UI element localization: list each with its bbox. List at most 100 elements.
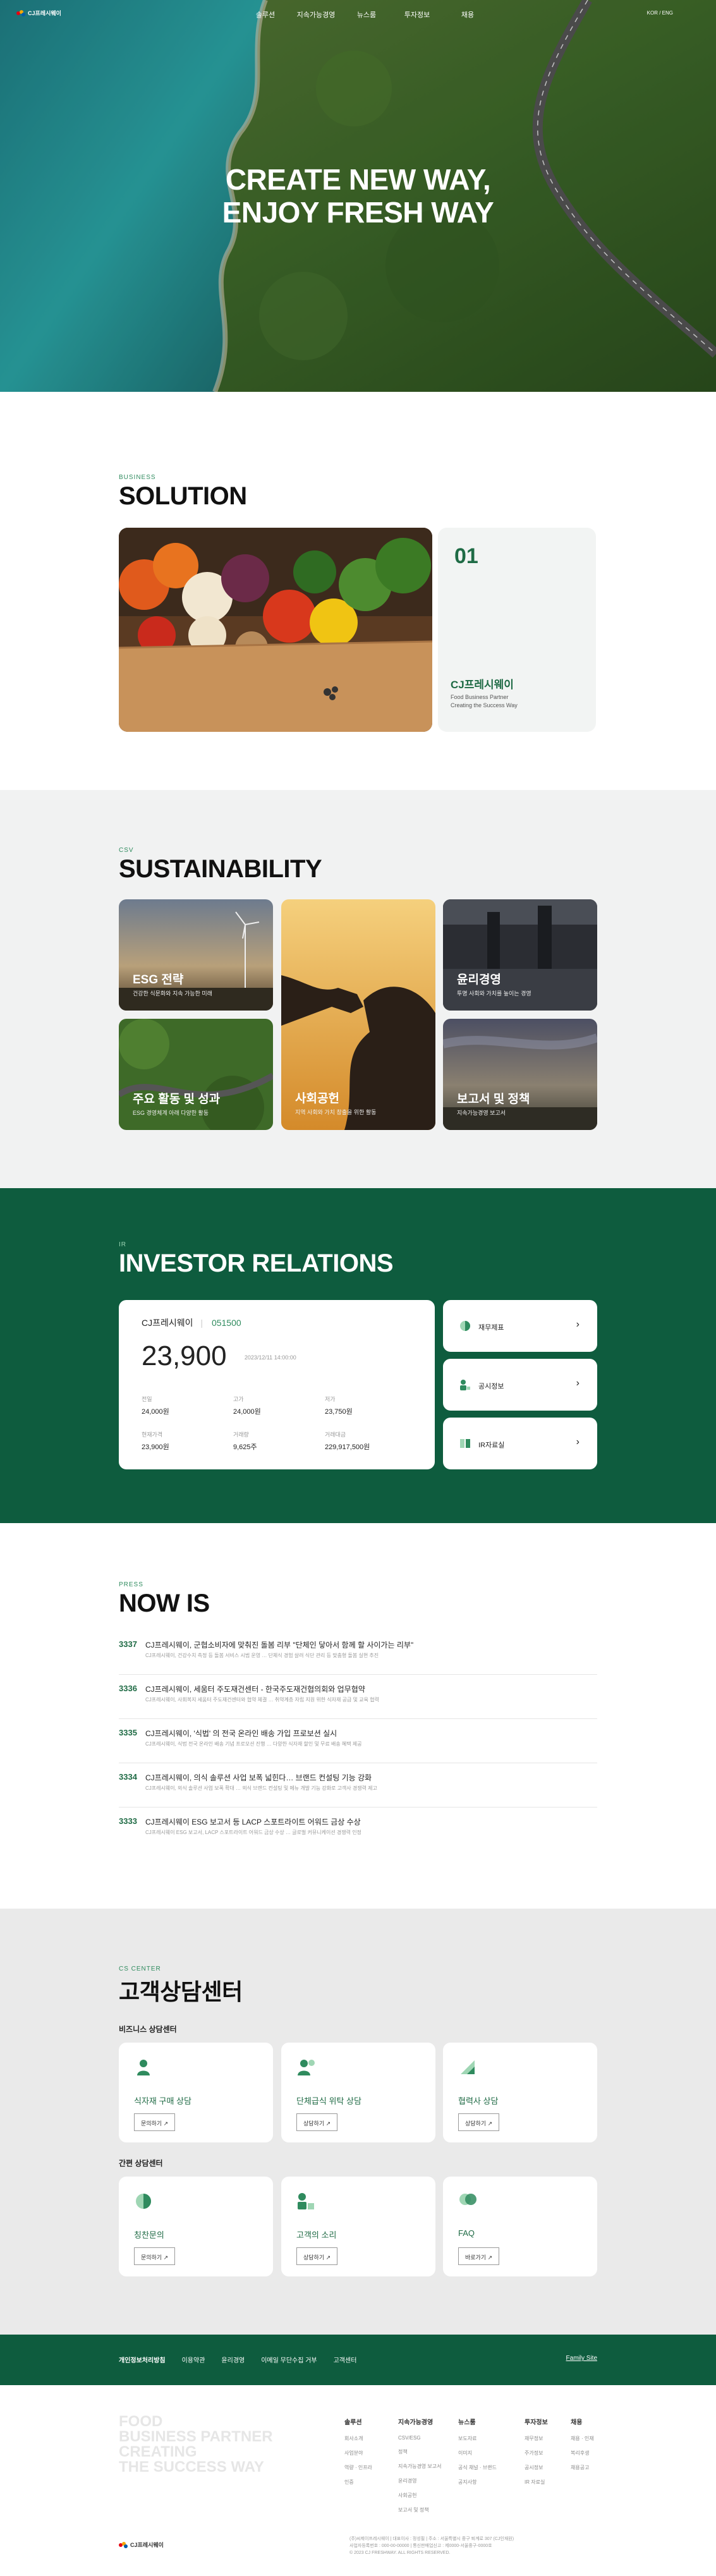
footer-link-ethics[interactable]: 윤리경영 — [221, 2355, 245, 2364]
slogan-line: FOOD — [119, 2413, 163, 2430]
cell-value: 23,750원 — [325, 1408, 353, 1416]
footer-link[interactable]: 보고서 및 정책 — [398, 2506, 441, 2513]
cs-business-subtitle: 비즈니스 상담센터 — [119, 2025, 177, 2034]
solution-card-desc-line1: Food Business Partner — [451, 694, 509, 700]
footer-logo-text: CJ프레시웨이 — [130, 2542, 164, 2548]
chevron-right-icon: › — [576, 1437, 579, 1447]
footer-link[interactable]: 공식 채널 · 브랜드 — [458, 2464, 497, 2471]
ir-button-disclosure[interactable]: 공시정보 › — [443, 1359, 597, 1411]
news-row[interactable]: 3336 CJ프레시웨이, 세움터 주도재건센터 - 한국주도재건협의회와 업무… — [119, 1675, 597, 1719]
person-chat-icon — [298, 2193, 314, 2209]
language-selector[interactable]: KOR / ENG — [647, 10, 673, 16]
ir-button-library-label: IR자료실 — [478, 1442, 505, 1449]
family-site-link[interactable]: Family Site — [566, 2355, 597, 2362]
news-headline: CJ프레시웨이, 군협소비자에 맞춰진 돌봄 리부 "단체인 닿아서 함께 할 … — [145, 1641, 414, 1649]
cs-card-purchase: 식자재 구매 상담 문의하기 ↗ — [119, 2043, 273, 2142]
footer-link[interactable]: 이미지 — [458, 2450, 497, 2457]
footer-col-heading[interactable]: 뉴스룸 — [458, 2417, 497, 2426]
footer-link[interactable]: 사업분야 — [344, 2450, 372, 2457]
footer-link[interactable]: IR 자료실 — [525, 2479, 548, 2486]
cs-inquiry-button[interactable]: 문의하기 ↗ — [134, 2113, 176, 2131]
nav-item-newsroom[interactable]: 뉴스룸 — [341, 9, 392, 20]
stock-price: 23,900 — [142, 1340, 227, 1371]
footer-link[interactable]: 보도자료 — [458, 2435, 497, 2442]
cell-value: 24,000원 — [142, 1408, 169, 1416]
stock-name: CJ프레시웨이 — [142, 1318, 193, 1328]
stock-cell-prev: 전일 24,000원 — [142, 1395, 230, 1416]
cj-logo[interactable]: CJ프레시웨이 — [16, 9, 61, 17]
stock-name-row: CJ프레시웨이 | 051500 — [142, 1316, 412, 1329]
ir-button-library[interactable]: IR자료실 › — [443, 1418, 597, 1469]
footer-link[interactable]: 정책 — [398, 2448, 441, 2455]
news-row[interactable]: 3334 CJ프레시웨이, 의식 솔루션 사업 보폭 넓힌다… 브랜드 컨설팅 … — [119, 1763, 597, 1807]
news-row[interactable]: 3335 CJ프레시웨이, '식법' 의 전국 온라인 배송 가입 프로보션 실… — [119, 1719, 597, 1763]
news-number: 3334 — [119, 1772, 137, 1782]
footer-link[interactable]: 역량 · 인프라 — [344, 2464, 372, 2471]
footer-link[interactable]: 주가정보 — [525, 2450, 548, 2457]
stock-cell-high: 고가 24,000원 — [233, 1395, 322, 1416]
footer-link[interactable]: 공시정보 — [525, 2464, 548, 2471]
footer-link[interactable]: 채용공고 — [571, 2464, 594, 2471]
cell-value: 23,900원 — [142, 1443, 169, 1451]
footer-link-terms[interactable]: 이용약관 — [182, 2355, 205, 2364]
news-row[interactable]: 3337 CJ프레시웨이, 군협소비자에 맞춰진 돌봄 리부 "단체인 닿아서 … — [119, 1631, 597, 1675]
footer-link[interactable]: 공지사항 — [458, 2479, 497, 2486]
news-summary: CJ프레시웨이 ESG 보고서, LACP 스포트라이트 어워드 금상 수상 …… — [145, 1830, 361, 1835]
nav-item-solution[interactable]: 솔루션 — [240, 9, 291, 20]
solution-card[interactable]: 01 CJ프레시웨이 Food Business Partner Creatin… — [438, 528, 596, 732]
nav-item-sustainability[interactable]: 지속가능경영 — [291, 9, 341, 20]
footer-link[interactable]: 회사소개 — [344, 2435, 372, 2442]
news-number: 3335 — [119, 1728, 137, 1737]
slogan-line: THE SUCCESS WAY — [119, 2458, 264, 2476]
cs-go-button[interactable]: 바로가기 ↗ — [458, 2247, 500, 2265]
cs-consult-button[interactable]: 상담하기 ↗ — [296, 2113, 338, 2131]
footer-link[interactable]: 복리후생 — [571, 2450, 594, 2457]
cell-key: 현재가격 — [142, 1431, 163, 1438]
footer-col-heading[interactable]: 지속가능경영 — [398, 2417, 441, 2426]
stock-cell-amount: 거래대금 229,917,500원 — [325, 1430, 413, 1452]
nav-item-investor[interactable]: 투자정보 — [392, 9, 442, 20]
footer-link[interactable]: 윤리경영 — [398, 2477, 441, 2484]
footer-link[interactable]: 지속가능경영 보고서 — [398, 2463, 441, 2470]
cs-inquiry-button[interactable]: 문의하기 ↗ — [134, 2247, 176, 2265]
stock-card: CJ프레시웨이 | 051500 23,900 2023/12/11 14:00… — [119, 1300, 435, 1469]
customer-center-section: CS CENTER 고객상담센터 비즈니스 상담센터 식자재 구매 상담 문의하… — [0, 1909, 716, 2335]
hero-banner: CREATE NEW WAY, ENJOY FRESH WAY — [0, 0, 716, 392]
tile-social[interactable]: 사회공헌 지역 사회와 가치 창출을 위한 활동 — [281, 899, 435, 1130]
cell-key: 거래량 — [233, 1431, 249, 1438]
news-summary: CJ프레시웨이, 사회복지 세움터 주도재건센터와 협약 체결 … 취약계층 자… — [145, 1697, 379, 1703]
footer-col-heading[interactable]: 투자정보 — [525, 2417, 548, 2426]
cs-consult-button[interactable]: 상담하기 ↗ — [458, 2113, 500, 2131]
footer-col-heading[interactable]: 솔루션 — [344, 2417, 372, 2426]
tile-activities[interactable]: 주요 활동 및 성과 ESG 경영체계 아래 다양한 활동 — [119, 1019, 273, 1130]
cs-consult-button[interactable]: 상담하기 ↗ — [296, 2247, 338, 2265]
stock-cell-volume: 거래량 9,625주 — [233, 1430, 322, 1452]
footer-col-investor: 투자정보 재무정보 주가정보 공시정보 IR 자료실 — [525, 2417, 548, 2493]
cell-value: 9,625주 — [233, 1443, 257, 1451]
nav-item-recruit[interactable]: 채용 — [442, 9, 493, 20]
footer-link[interactable]: 채용 · 인재 — [571, 2435, 594, 2442]
news-headline: CJ프레시웨이 ESG 보고서 등 LACP 스포트라이트 어워드 금상 수상 — [145, 1818, 361, 1826]
news-title: NOW IS — [119, 1589, 210, 1617]
cj-logo-mark-icon — [119, 2541, 128, 2548]
footer-link[interactable]: 인증 — [344, 2479, 372, 2486]
footer-logo[interactable]: CJ프레시웨이 — [119, 2541, 164, 2549]
sustainability-section: CSV SUSTAINABILITY ESG 전략 건강한 식문화와 지속 가능… — [0, 790, 716, 1188]
solution-image[interactable] — [119, 528, 432, 732]
stock-cell-current: 현재가격 23,900원 — [142, 1430, 230, 1452]
news-number: 3333 — [119, 1816, 137, 1826]
footer-link[interactable]: CSV/ESG — [398, 2435, 441, 2441]
footer-link[interactable]: 사회공헌 — [398, 2492, 441, 2499]
tile-ethics[interactable]: 윤리경영 투명 사회와 가치를 높이는 경영 — [443, 899, 597, 1011]
footer-link[interactable]: 재무정보 — [525, 2435, 548, 2442]
ir-button-financial[interactable]: 재무제표 › — [443, 1300, 597, 1352]
footer-link-email-policy[interactable]: 이메일 무단수집 거부 — [261, 2355, 317, 2364]
footer-link-cs[interactable]: 고객센터 — [334, 2355, 357, 2364]
footer-col-heading[interactable]: 채용 — [571, 2417, 594, 2426]
tile-report[interactable]: 보고서 및 정책 지속가능경영 보고서 — [443, 1019, 597, 1130]
news-row[interactable]: 3333 CJ프레시웨이 ESG 보고서 등 LACP 스포트라이트 어워드 금… — [119, 1807, 597, 1852]
tile-esg[interactable]: ESG 전략 건강한 식문화와 지속 가능한 미래 — [119, 899, 273, 1011]
global-nav: 솔루션 지속가능경영 뉴스룸 투자정보 채용 — [240, 9, 493, 20]
footer-link-privacy[interactable]: 개인정보처리방침 — [119, 2355, 166, 2364]
cell-key: 저가 — [325, 1396, 336, 1402]
